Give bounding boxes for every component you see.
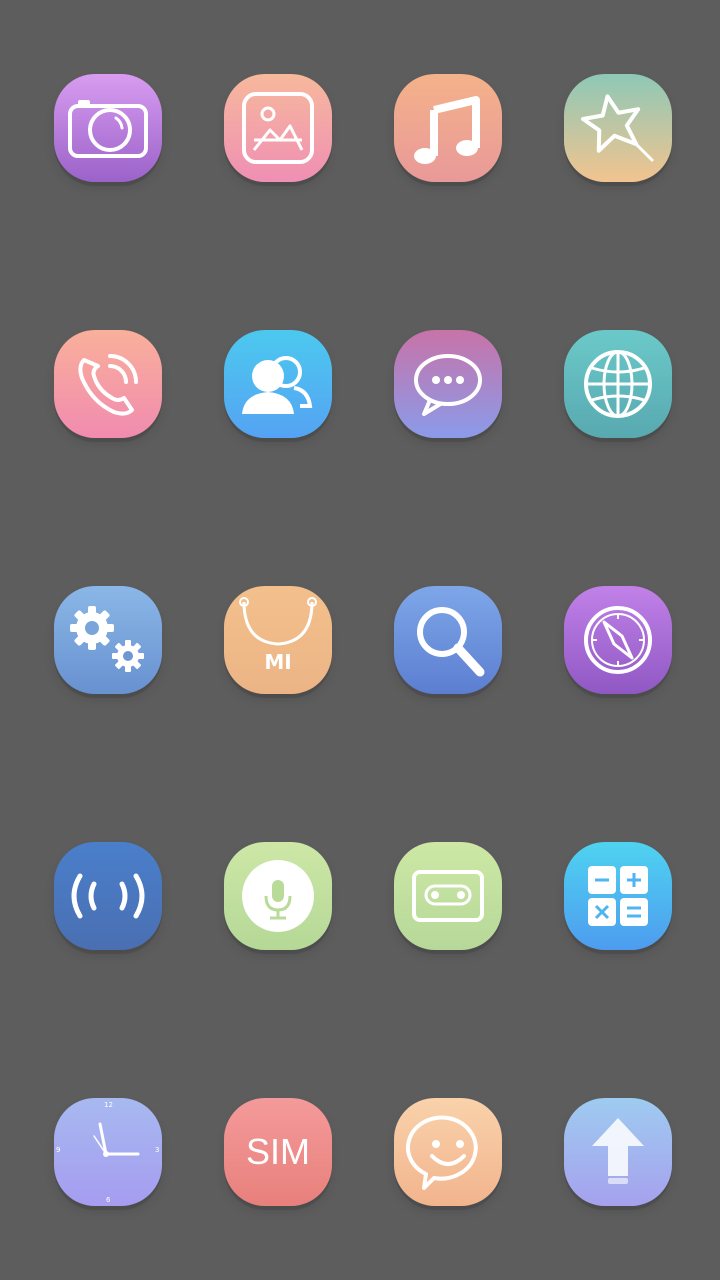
app-updater[interactable] xyxy=(564,1098,672,1208)
clock-numeral-12: 12 xyxy=(104,1101,113,1109)
app-mi-store[interactable]: MI xyxy=(224,586,332,696)
clock-numeral-6: 6 xyxy=(106,1196,111,1204)
contacts-icon xyxy=(242,356,313,414)
recorder-icon xyxy=(242,860,314,932)
app-calculator[interactable] xyxy=(564,842,672,952)
phone-icon xyxy=(78,354,138,416)
settings-icon xyxy=(70,606,144,672)
app-themes[interactable] xyxy=(564,74,672,184)
clock-icon xyxy=(93,1122,140,1157)
app-clock[interactable]: 12 3 6 9 xyxy=(54,1098,162,1208)
app-settings[interactable] xyxy=(54,586,162,696)
app-feedback[interactable] xyxy=(394,1098,502,1208)
app-phone[interactable] xyxy=(54,330,162,440)
app-compass[interactable] xyxy=(564,586,672,696)
browser-icon xyxy=(584,350,652,418)
calculator-icon xyxy=(588,866,648,926)
search-icon xyxy=(417,607,485,677)
home-screen-grid: MI 12 3 6 9 SIM xyxy=(0,0,720,1280)
sim-toolkit-label: SIM xyxy=(245,1131,310,1172)
app-cassette[interactable] xyxy=(394,842,502,952)
app-messaging[interactable] xyxy=(394,330,502,440)
fm-radio-icon xyxy=(71,873,145,919)
feedback-icon xyxy=(406,1115,478,1190)
app-browser[interactable] xyxy=(564,330,672,440)
messaging-icon xyxy=(414,354,482,416)
cassette-icon xyxy=(412,870,484,922)
app-fm-radio[interactable] xyxy=(54,842,162,952)
app-recorder[interactable] xyxy=(224,842,332,952)
app-music[interactable] xyxy=(394,74,502,184)
updater-icon xyxy=(592,1118,644,1184)
clock-numeral-3: 3 xyxy=(155,1146,160,1154)
gallery-icon xyxy=(242,92,314,164)
compass-icon xyxy=(584,606,652,674)
clock-numeral-9: 9 xyxy=(56,1146,61,1154)
themes-icon xyxy=(581,94,654,162)
app-gallery[interactable] xyxy=(224,74,332,184)
app-search[interactable] xyxy=(394,586,502,696)
app-camera[interactable] xyxy=(54,74,162,184)
app-contacts[interactable] xyxy=(224,330,332,440)
mi-store-label: MI xyxy=(264,650,292,674)
app-sim-toolkit[interactable]: SIM xyxy=(224,1098,332,1208)
mi-store-icon xyxy=(239,597,317,646)
music-icon xyxy=(414,96,480,164)
camera-icon xyxy=(68,100,148,158)
